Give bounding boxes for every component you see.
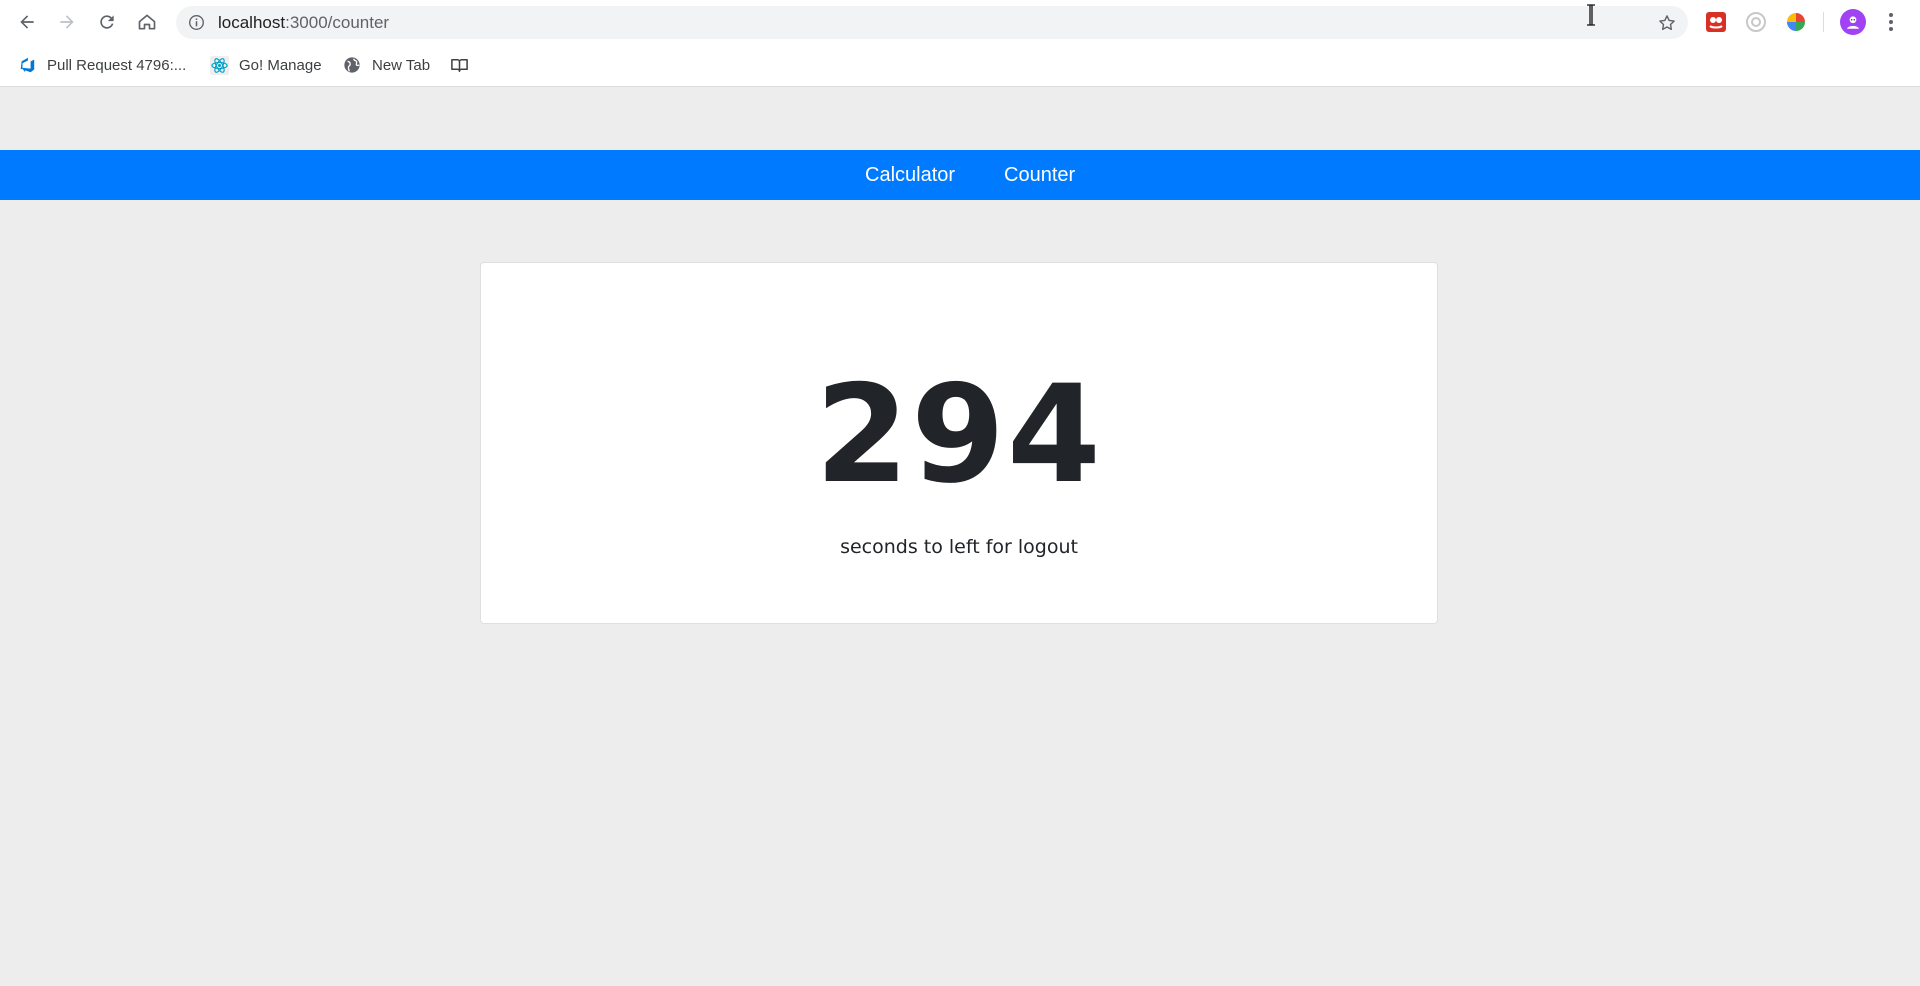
three-dots-menu-icon[interactable]	[1880, 11, 1902, 33]
grey-circle-extension-icon[interactable]	[1745, 11, 1767, 33]
info-icon[interactable]	[187, 13, 206, 32]
browser-toolbar: localhost:3000/counter	[0, 0, 1920, 45]
countdown-value: 294	[815, 356, 1103, 513]
toolbar-separator	[1823, 12, 1824, 32]
forward-arrow-icon	[60, 15, 74, 29]
nav-link-counter[interactable]: Counter	[1004, 163, 1075, 187]
back-button[interactable]	[11, 6, 43, 38]
color-wheel-extension-icon[interactable]	[1785, 11, 1807, 33]
counter-card: 294 seconds to left for logout	[480, 262, 1438, 624]
browser-chrome: localhost:3000/counter Pull Request 4796…	[0, 0, 1920, 87]
address-bar[interactable]: localhost:3000/counter	[176, 6, 1688, 39]
bookmark-pull-request[interactable]: Pull Request 4796:...	[17, 53, 186, 77]
nav-link-calculator[interactable]: Calculator	[865, 163, 955, 187]
book-icon	[449, 55, 469, 75]
text-cursor-icon	[1587, 4, 1595, 26]
azure-devops-icon	[17, 55, 37, 75]
home-icon	[138, 14, 156, 30]
forward-button[interactable]	[51, 6, 83, 38]
star-icon[interactable]	[1656, 12, 1678, 34]
bookmark-reading-list[interactable]	[449, 53, 479, 77]
bookmark-label: Go! Manage	[239, 56, 322, 74]
reload-button[interactable]	[91, 6, 123, 38]
countdown-caption: seconds to left for logout	[840, 536, 1078, 558]
profile-avatar[interactable]	[1840, 9, 1866, 35]
url-text[interactable]: localhost:3000/counter	[218, 13, 389, 32]
reload-icon	[100, 15, 114, 29]
app-navbar: Calculator Counter	[0, 150, 1920, 200]
url-path: :3000/counter	[285, 13, 390, 32]
url-host: localhost	[218, 13, 286, 32]
bookmark-new-tab[interactable]: New Tab	[342, 53, 430, 77]
red-extension-icon[interactable]	[1705, 11, 1727, 33]
bookmark-label: New Tab	[372, 56, 431, 74]
globe-icon	[342, 55, 362, 75]
bookmark-go-manage[interactable]: Go! Manage	[209, 53, 322, 77]
home-button[interactable]	[131, 6, 163, 38]
react-atom-icon	[209, 55, 229, 75]
bookmark-label: Pull Request 4796:...	[47, 56, 187, 74]
bookmarks-bar: Pull Request 4796:... Go! Manage New Tab	[0, 45, 1920, 85]
back-arrow-icon	[20, 15, 34, 29]
